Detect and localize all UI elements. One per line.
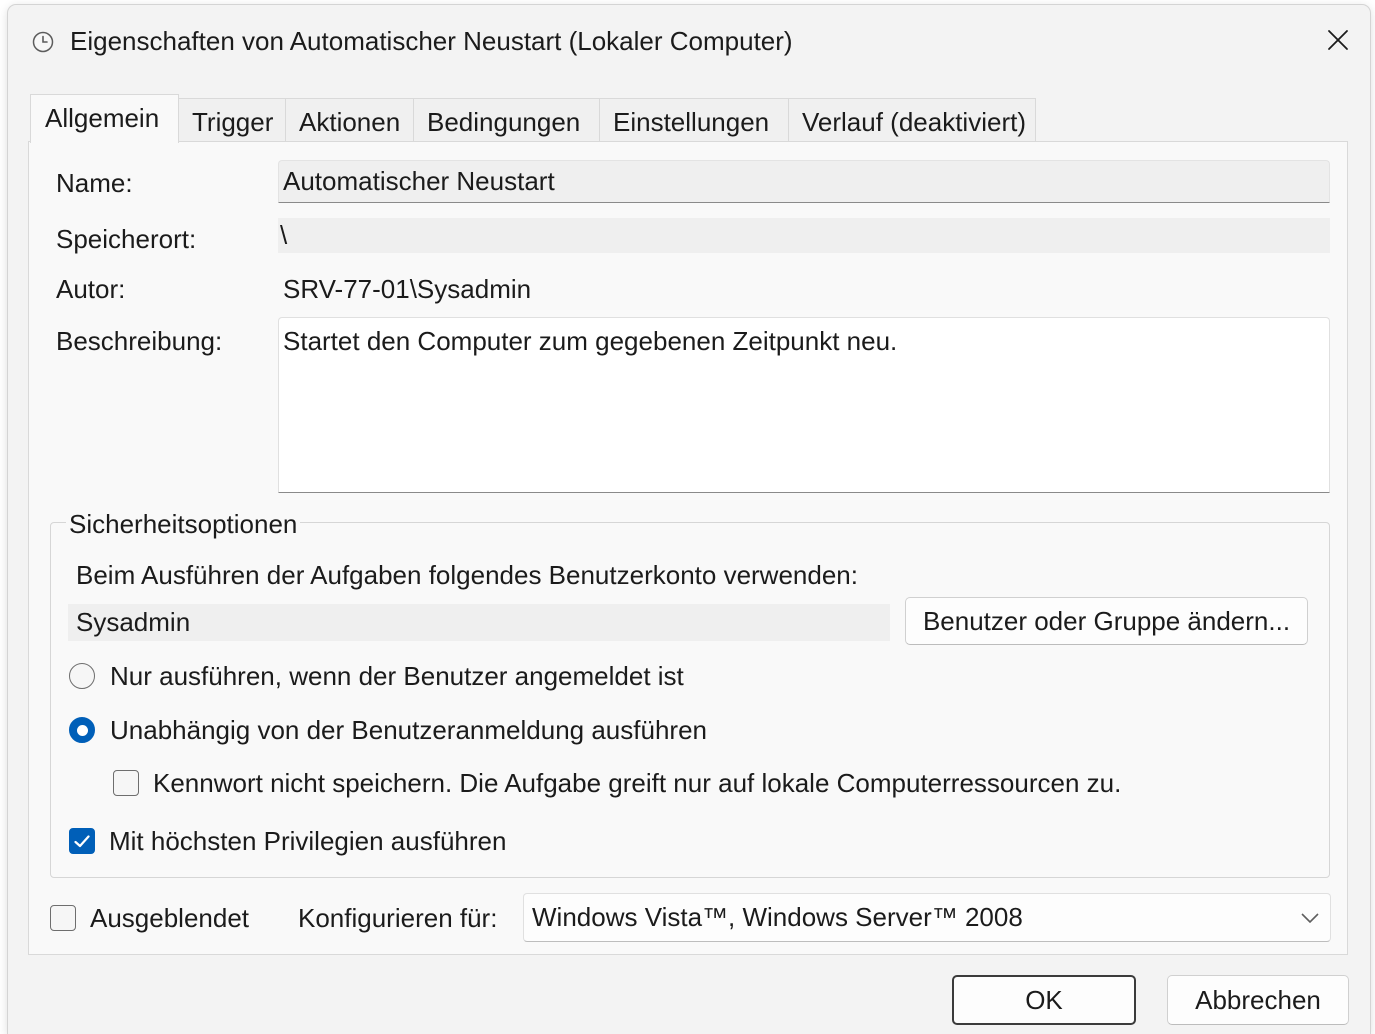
highest-privileges-checkbox[interactable] [69,828,95,854]
run-only-when-logged-on-option[interactable]: Nur ausführen, wenn der Benutzer angemel… [69,661,684,691]
description-field[interactable]: Startet den Computer zum gegebenen Zeitp… [278,317,1330,493]
configure-for-selected-value: Windows Vista™, Windows Server™ 2008 [532,902,1023,932]
security-options-group: Sicherheitsoptionen Beim Ausführen der A… [50,509,1330,878]
do-not-store-password-checkbox[interactable] [113,770,139,796]
change-user-or-group-button[interactable]: Benutzer oder Gruppe ändern... [905,597,1308,645]
screen: Eigenschaften von Automatischer Neustart… [0,0,1375,1034]
author-value: SRV-77-01\Sysadmin [283,274,532,304]
do-not-store-password-option[interactable]: Kennwort nicht speichern. Die Aufgabe gr… [113,768,1121,798]
tab-allgemein[interactable]: Allgemein [30,94,179,143]
account-prompt: Beim Ausführen der Aufgaben folgendes Be… [76,560,858,590]
run-whether-logged-on-radio[interactable] [69,717,95,743]
close-icon [1328,30,1348,50]
close-button[interactable] [1308,17,1368,63]
name-field[interactable]: Automatischer Neustart [278,160,1330,203]
chevron-down-icon [1301,913,1319,923]
run-whether-logged-on-option[interactable]: Unabhängig von der Benutzeranmeldung aus… [69,715,707,745]
tab-trigger[interactable]: Trigger [179,98,286,141]
user-account-field: Sysadmin [68,604,890,641]
task-properties-dialog: Eigenschaften von Automatischer Neustart… [8,5,1370,1034]
run-only-when-logged-on-label: Nur ausführen, wenn der Benutzer angemel… [110,660,684,691]
security-options-title: Sicherheitsoptionen [66,509,301,539]
ok-button[interactable]: OK [952,975,1136,1025]
tab-aktionen[interactable]: Aktionen [286,98,414,141]
hidden-option[interactable]: Ausgeblendet [50,903,249,933]
location-label: Speicherort: [56,224,197,254]
author-label: Autor: [56,274,126,304]
cancel-button[interactable]: Abbrechen [1167,975,1349,1025]
window-title: Eigenschaften von Automatischer Neustart… [70,26,793,56]
title-bar: Eigenschaften von Automatischer Neustart… [8,5,1370,75]
configure-for-label: Konfigurieren für: [298,903,498,933]
hidden-checkbox[interactable] [50,905,76,931]
do-not-store-password-label: Kennwort nicht speichern. Die Aufgabe gr… [153,767,1122,798]
run-only-when-logged-on-radio[interactable] [69,663,95,689]
hidden-label: Ausgeblendet [90,902,250,933]
task-scheduler-clock-icon [32,31,54,53]
highest-privileges-label: Mit höchsten Privilegien ausführen [109,825,507,856]
tab-verlauf[interactable]: Verlauf (deaktiviert) [789,98,1036,141]
tab-bedingungen[interactable]: Bedingungen [414,98,600,141]
tab-einstellungen[interactable]: Einstellungen [600,98,789,141]
configure-for-dropdown[interactable]: Windows Vista™, Windows Server™ 2008 [523,893,1331,942]
name-label: Name: [56,168,133,198]
location-field[interactable]: \ [278,218,1330,253]
checkmark-icon [74,834,90,847]
tab-panel-general: Name: Automatischer Neustart Speicherort… [28,141,1348,955]
run-whether-logged-on-label: Unabhängig von der Benutzeranmeldung aus… [110,714,707,745]
highest-privileges-option[interactable]: Mit höchsten Privilegien ausführen [69,826,506,856]
description-label: Beschreibung: [56,326,223,356]
